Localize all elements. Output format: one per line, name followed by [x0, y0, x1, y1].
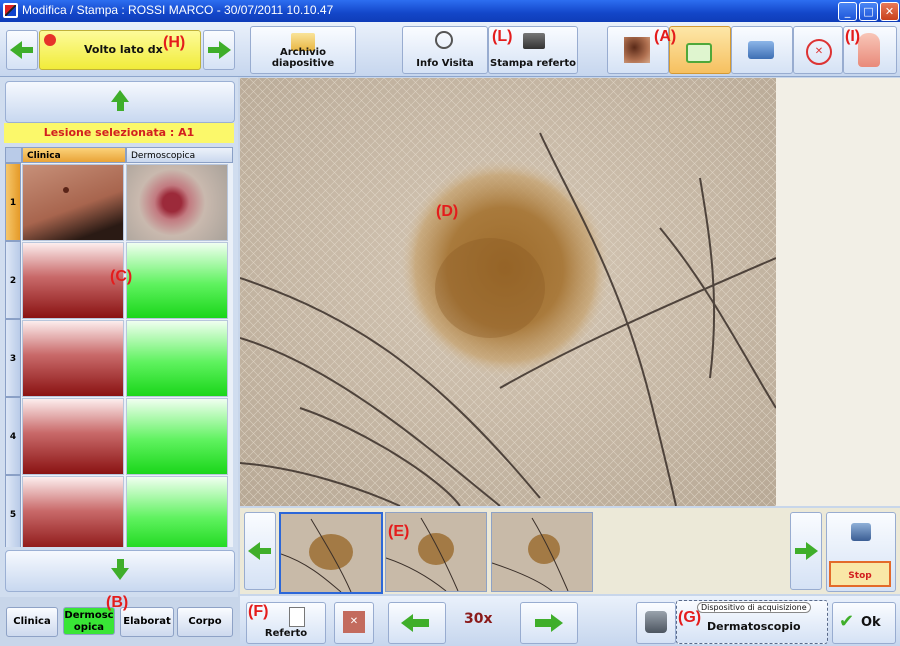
scroll-up-button[interactable]	[5, 81, 235, 123]
dermoscopic-empty-slot[interactable]	[126, 320, 228, 397]
tab-clinica[interactable]: Clinica	[6, 607, 58, 637]
dermoscopic-empty-slot[interactable]	[126, 476, 228, 547]
body-side-label: Volto lato dx	[84, 43, 163, 56]
printer-icon	[523, 33, 545, 49]
down-arrow-icon	[111, 568, 129, 580]
report-label: Referto	[264, 628, 308, 639]
app-icon	[3, 3, 18, 18]
ok-label: Ok	[861, 615, 881, 630]
device-settings-button[interactable]	[636, 602, 676, 644]
device-name: Dermatoscopio	[707, 620, 801, 633]
photo-camera-button[interactable]	[731, 26, 793, 74]
clinical-empty-slot[interactable]	[22, 242, 124, 319]
right-arrow-icon	[806, 542, 818, 560]
selected-lesion-banner: Lesione selezionata : A1	[4, 123, 234, 143]
row-number[interactable]: 3	[5, 319, 21, 397]
minimize-button[interactable]: _	[838, 2, 857, 21]
annotation-h: (H)	[163, 34, 186, 51]
column-header-dermoscopica[interactable]: Dermoscopica	[126, 147, 233, 163]
skin-lesion-icon	[624, 37, 650, 63]
row-number[interactable]: 4	[5, 397, 21, 475]
scroll-down-button[interactable]	[5, 550, 235, 592]
capture-thumbnail[interactable]	[491, 512, 593, 592]
database-icon	[851, 523, 871, 541]
viewer-side-area	[776, 78, 900, 506]
magnifier-icon	[435, 31, 453, 49]
ok-button[interactable]: ✔ Ok	[832, 602, 896, 644]
left-arrow-icon	[10, 41, 22, 59]
annotation-i: (I)	[845, 28, 861, 45]
thumb-next-button[interactable]	[790, 512, 822, 590]
dermoscopic-empty-slot[interactable]	[126, 242, 228, 319]
row-number[interactable]: 1	[5, 163, 21, 241]
video-camera-icon	[686, 43, 712, 63]
annotation-a: (A)	[654, 28, 677, 45]
print-report-label: Stampa referto	[490, 58, 576, 69]
row-number[interactable]: 5	[5, 475, 21, 547]
zoom-out-button[interactable]	[388, 602, 446, 644]
annotation-f: (F)	[248, 603, 269, 620]
row-number[interactable]: 2	[5, 241, 21, 319]
maximize-button[interactable]: □	[859, 2, 878, 21]
human-body-icon	[858, 33, 880, 67]
archive-label: Archivio diapositive	[271, 47, 335, 69]
device-caption: Dispositivo di acquisizione	[697, 602, 811, 613]
annotation-l: (L)	[492, 28, 513, 45]
window-title: Modifica / Stampa : ROSSI MARCO - 30/07/…	[22, 3, 334, 17]
bottom-toolbar: Referto ✕ 30x Dispositivo di acquisizion…	[240, 596, 900, 646]
zoom-level: 30x	[464, 611, 493, 627]
annotation-b: (B)	[106, 594, 129, 611]
no-camera-icon: ✕	[806, 39, 832, 65]
stop-capture-button[interactable]: Stop capture	[829, 561, 891, 607]
annotation-g: (G)	[678, 609, 702, 626]
annotation-d: (D)	[436, 203, 459, 220]
check-icon: ✔	[839, 611, 855, 632]
video-capture-button[interactable]	[669, 26, 731, 74]
dermoscopy-viewer[interactable]	[240, 78, 776, 506]
clinical-empty-slot[interactable]	[22, 398, 124, 475]
thumb-prev-button[interactable]	[244, 512, 276, 590]
right-arrow-icon	[219, 41, 231, 59]
capture-thumbnail[interactable]	[279, 512, 383, 594]
capture-panel: Stop capture	[826, 512, 896, 607]
record-dot-icon	[44, 34, 56, 46]
dermoscopic-thumbnail[interactable]	[126, 164, 228, 241]
next-side-button[interactable]	[203, 30, 235, 70]
annotation-e: (E)	[388, 523, 410, 540]
archive-button[interactable]: Archivio diapositive	[250, 26, 356, 74]
visit-info-button[interactable]: Info Visita	[402, 26, 488, 74]
clinical-empty-slot[interactable]	[22, 320, 124, 397]
thumbnail-strip: Stop capture	[240, 508, 900, 607]
tab-corpo[interactable]: Corpo	[177, 607, 233, 637]
dermoscopy-image	[240, 78, 776, 506]
device-icon	[645, 611, 667, 633]
clinical-empty-slot[interactable]	[22, 476, 124, 547]
column-header-clinica[interactable]: Clinica	[22, 147, 126, 163]
camera-icon	[748, 41, 774, 59]
lesion-grid: Clinica Dermoscopica 1 2 3 4 5	[5, 147, 233, 547]
report-pen-icon	[289, 607, 305, 627]
lesion-panel: Lesione selezionata : A1 Clinica Dermosc…	[0, 77, 238, 597]
delete-capture-button[interactable]: ✕	[334, 602, 374, 644]
top-toolbar: Volto lato dx Archivio diapositive Info …	[0, 22, 900, 77]
clinical-thumbnail[interactable]	[22, 164, 124, 241]
delete-image-button[interactable]: ✕	[793, 26, 843, 74]
delete-icon: ✕	[343, 611, 365, 633]
left-arrow-icon	[248, 542, 260, 560]
visit-info-label: Info Visita	[416, 58, 474, 69]
dermoscopic-empty-slot[interactable]	[126, 398, 228, 475]
annotation-c: (C)	[110, 268, 133, 285]
close-button[interactable]: ✕	[880, 2, 899, 21]
right-arrow-icon	[551, 614, 563, 632]
left-arrow-icon	[401, 614, 413, 632]
title-bar: Modifica / Stampa : ROSSI MARCO - 30/07/…	[0, 0, 900, 22]
zoom-in-button[interactable]	[520, 602, 578, 644]
prev-side-button[interactable]	[6, 30, 38, 70]
grid-corner	[5, 147, 22, 163]
